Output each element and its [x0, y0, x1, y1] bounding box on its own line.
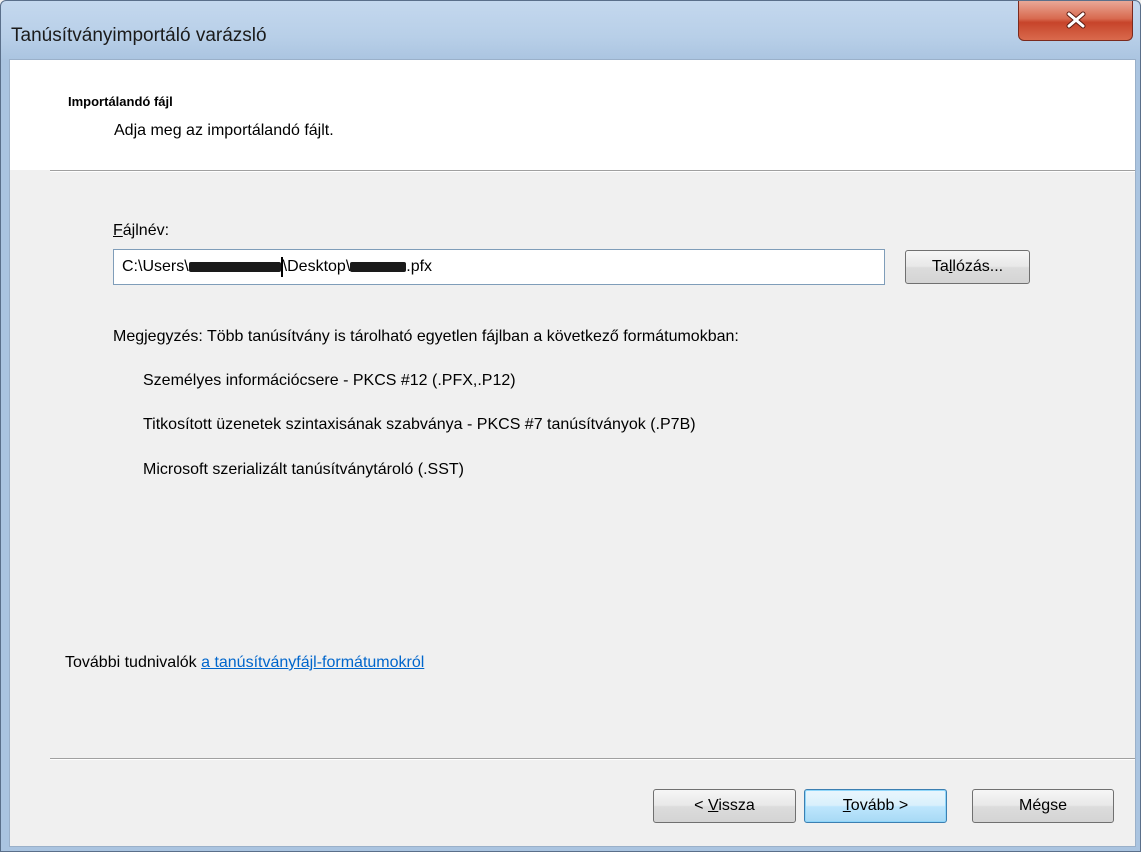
page-title: Importálandó fájl: [68, 94, 173, 109]
wizard-header: Importálandó fájl Adja meg az importálan…: [10, 60, 1135, 170]
format-item: Microsoft szerializált tanúsítványtároló…: [143, 461, 464, 478]
cancel-button[interactable]: Mégse: [972, 789, 1114, 823]
browse-button[interactable]: Tallózás...: [905, 250, 1030, 284]
footer-divider: [50, 758, 1135, 760]
redacted-filename: [350, 261, 407, 272]
filename-label: Fájlnév:: [113, 222, 170, 239]
note-text: Megjegyzés: Több tanúsítvány is tárolhat…: [113, 328, 739, 345]
back-button[interactable]: < Vissza: [653, 789, 796, 823]
close-icon: [1066, 11, 1086, 29]
more-info: További tudnivalók a tanúsítványfájl-for…: [65, 654, 425, 671]
wizard-content: Importálandó fájl Adja meg az importálan…: [9, 59, 1136, 847]
filename-input[interactable]: C:\Users\ \Desktop\ .pfx: [113, 249, 885, 285]
header-divider: [50, 170, 1135, 172]
formats-help-link[interactable]: a tanúsítványfájl-formátumokról: [201, 654, 424, 671]
next-button[interactable]: Tovább >: [804, 789, 947, 823]
format-item: Titkosított üzenetek szintaxisának szabv…: [143, 416, 696, 433]
page-subtitle: Adja meg az importálandó fájlt.: [114, 122, 334, 139]
close-button[interactable]: [1018, 1, 1133, 41]
window-title: Tanúsítványimportáló varázsló: [11, 25, 267, 46]
format-item: Személyes információcsere - PKCS #12 (.P…: [143, 372, 516, 389]
redacted-username: [188, 261, 281, 272]
title-bar[interactable]: Tanúsítványimportáló varázsló: [1, 1, 1140, 59]
dialog-window: Tanúsítványimportáló varázsló Importálan…: [0, 0, 1141, 852]
